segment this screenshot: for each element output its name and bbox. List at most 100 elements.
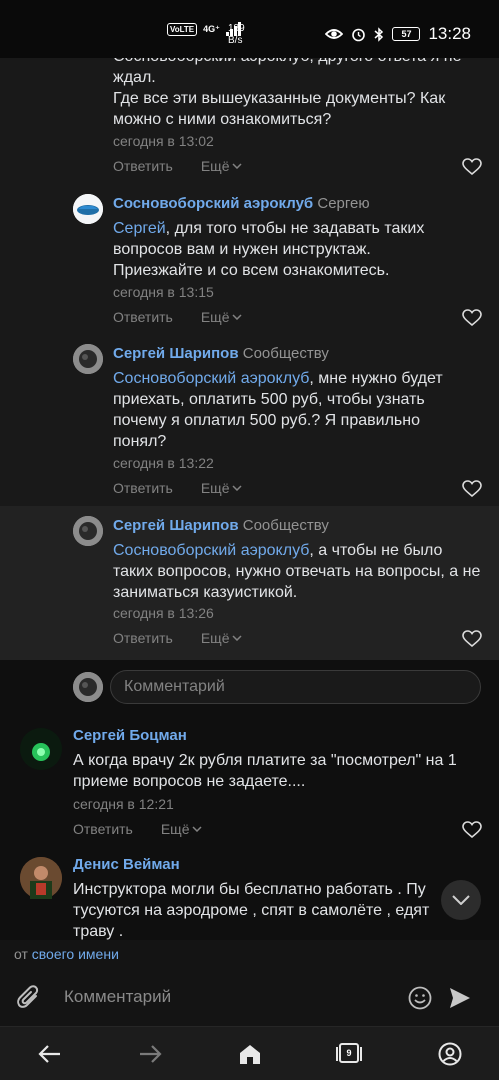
browser-navbar: 9 bbox=[0, 1026, 499, 1080]
status-icons: 57 13:28 bbox=[325, 24, 471, 44]
my-avatar bbox=[73, 672, 103, 702]
more-label: Ещё bbox=[200, 309, 230, 325]
user-photo-icon bbox=[20, 728, 62, 770]
network-speed: 189 B/s bbox=[228, 23, 245, 47]
battery-icon: 57 bbox=[392, 27, 421, 41]
chevron-down-icon bbox=[231, 314, 242, 320]
paperclip-icon[interactable] bbox=[16, 984, 42, 1012]
comment-text: Сосновоборский аэроклуб, мне нужно будет… bbox=[113, 368, 463, 452]
comment-text-cut: Сосновоборский аэроклуб, другого ответа … bbox=[113, 58, 483, 67]
comment-text: Инструктора могли бы бесплатно работать … bbox=[73, 881, 430, 940]
author-name[interactable]: Сергей Боцман bbox=[73, 727, 187, 744]
chevron-down-icon bbox=[231, 485, 242, 491]
speed-unit: B/s bbox=[228, 35, 243, 46]
tabs-button[interactable]: 9 bbox=[336, 1041, 362, 1067]
more-button[interactable]: Ещё bbox=[201, 630, 242, 646]
chevron-down-icon bbox=[231, 163, 242, 169]
reply-button[interactable]: Ответить bbox=[113, 309, 173, 325]
arrow-right-icon bbox=[140, 1045, 162, 1063]
alarm-icon bbox=[352, 28, 366, 41]
thread-comment-input[interactable]: Комментарий bbox=[110, 670, 481, 704]
comment-text: Сергей, для того чтобы не задавать таких… bbox=[113, 218, 458, 281]
comment-time: сегодня в 13:26 bbox=[113, 605, 214, 621]
avatar[interactable] bbox=[73, 344, 103, 374]
user-photo-icon bbox=[20, 857, 62, 899]
reply-button[interactable]: Ответить bbox=[113, 630, 173, 646]
comment-item: Денис Вейман Инструктора могли бы беспла… bbox=[0, 855, 499, 940]
avatar[interactable] bbox=[73, 194, 103, 224]
chevron-down-icon bbox=[191, 826, 202, 832]
profile-button[interactable] bbox=[437, 1041, 463, 1067]
avatar[interactable] bbox=[20, 857, 62, 899]
reply-target[interactable]: Сообществу bbox=[243, 345, 329, 362]
reply-target[interactable]: Сергею bbox=[317, 195, 369, 212]
avatar[interactable] bbox=[20, 728, 62, 770]
comment-actions: Ответить Ещё bbox=[73, 821, 202, 837]
more-label: Ещё bbox=[200, 480, 230, 496]
home-button[interactable] bbox=[237, 1041, 263, 1067]
more-button[interactable]: Ещё bbox=[201, 480, 242, 496]
scroll-down-button[interactable] bbox=[441, 880, 481, 920]
speed-value: 189 bbox=[228, 23, 245, 34]
heart-icon[interactable] bbox=[462, 309, 482, 327]
comment-text: А когда врачу 2к рубля платите за "посмо… bbox=[73, 752, 457, 790]
more-button[interactable]: Ещё bbox=[201, 158, 242, 174]
more-label: Ещё bbox=[160, 821, 190, 837]
reply-button[interactable]: Ответить bbox=[73, 821, 133, 837]
more-button[interactable]: Ещё bbox=[161, 821, 202, 837]
reply-button[interactable]: Ответить bbox=[113, 158, 173, 174]
heart-icon[interactable] bbox=[462, 630, 482, 648]
author-line: Сергей Шарипов Сообществу bbox=[113, 344, 329, 364]
home-icon bbox=[240, 1045, 260, 1064]
more-label: Ещё bbox=[200, 158, 230, 174]
reply-button[interactable]: Ответить bbox=[113, 480, 173, 496]
eye-icon bbox=[325, 29, 344, 39]
author-line: Сосновоборский аэроклуб Сергею bbox=[113, 194, 370, 214]
heart-icon[interactable] bbox=[462, 158, 482, 176]
mention-link[interactable]: Сосновоборский аэроклуб bbox=[113, 542, 309, 559]
volte-badge: VoLTE bbox=[167, 22, 198, 36]
comment-composer bbox=[0, 968, 499, 1026]
reply-target[interactable]: Сообществу bbox=[243, 517, 329, 534]
clock: 13:28 bbox=[428, 24, 471, 43]
more-button[interactable]: Ещё bbox=[201, 309, 242, 325]
author-line: Сергей Боцман bbox=[73, 726, 187, 746]
mention-link[interactable]: Сосновоборский аэроклуб bbox=[113, 370, 309, 387]
mention-link[interactable]: Сергей bbox=[113, 220, 166, 237]
user-photo-icon bbox=[73, 672, 103, 702]
comment-text: Где все эти вышеуказанные документы? Как… bbox=[113, 90, 446, 128]
network-type: 4G⁺ bbox=[203, 23, 220, 34]
status-bar: VoLTE 4G⁺ 189 B/s 57 13:28 bbox=[0, 0, 499, 58]
reply-thread: Сосновоборский аэроклуб, другого ответа … bbox=[0, 58, 499, 660]
comment-time: сегодня в 12:21 bbox=[73, 796, 174, 812]
post-as-selector[interactable]: от своего имени bbox=[0, 940, 499, 968]
heart-icon[interactable] bbox=[462, 480, 482, 498]
comment-actions: Ответить Ещё bbox=[113, 309, 242, 325]
post-as-link[interactable]: своего имени bbox=[32, 946, 119, 962]
aeroclub-logo-icon bbox=[73, 194, 103, 224]
author-line: Сергей Шарипов Сообществу bbox=[113, 516, 329, 536]
comment-text: ждал. bbox=[113, 69, 156, 86]
avatar[interactable] bbox=[73, 516, 103, 546]
send-icon[interactable] bbox=[448, 986, 472, 1010]
author-line: Денис Вейман bbox=[73, 855, 180, 875]
author-name[interactable]: Сергей Шарипов bbox=[113, 345, 239, 362]
tab-count: 9 bbox=[346, 1048, 352, 1058]
user-photo-icon bbox=[73, 516, 103, 546]
emoji-icon[interactable] bbox=[408, 986, 432, 1010]
user-photo-icon bbox=[73, 344, 103, 374]
more-label: Ещё bbox=[200, 630, 230, 646]
comment-actions: Ответить Ещё bbox=[113, 158, 242, 174]
back-button[interactable] bbox=[37, 1041, 63, 1067]
comment-actions: Ответить Ещё bbox=[113, 480, 242, 496]
post-as-prefix: от bbox=[14, 946, 28, 962]
chevron-down-icon bbox=[452, 895, 470, 905]
author-name[interactable]: Сосновоборский аэроклуб bbox=[113, 195, 313, 212]
heart-icon[interactable] bbox=[462, 821, 482, 839]
comment-actions: Ответить Ещё bbox=[113, 630, 242, 646]
forward-button[interactable] bbox=[137, 1041, 163, 1067]
comment-time: сегодня в 13:15 bbox=[113, 284, 214, 300]
comment-input[interactable] bbox=[64, 982, 384, 1012]
author-name[interactable]: Денис Вейман bbox=[73, 856, 180, 873]
author-name[interactable]: Сергей Шарипов bbox=[113, 517, 239, 534]
